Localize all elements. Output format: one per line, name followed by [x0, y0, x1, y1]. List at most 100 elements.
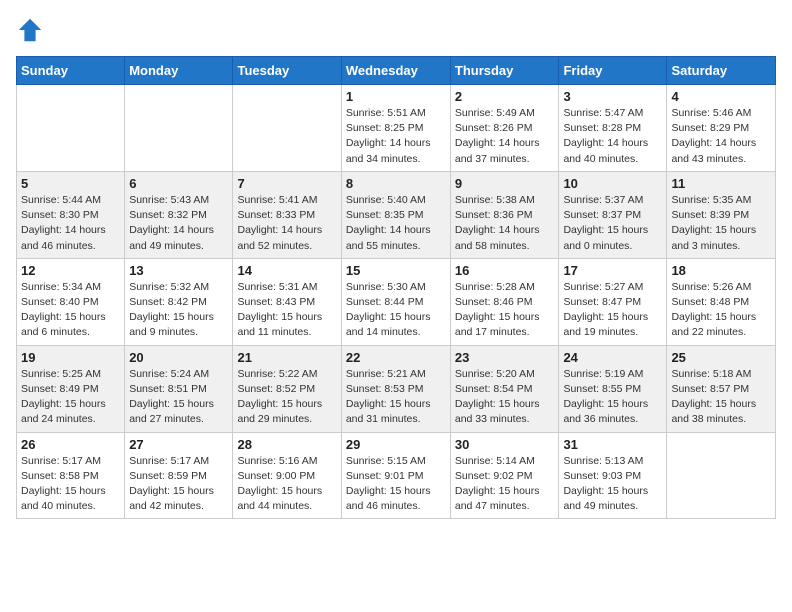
- column-header-tuesday: Tuesday: [233, 57, 341, 85]
- calendar-cell: 2 Sunrise: 5:49 AM Sunset: 8:26 PM Daylig…: [450, 85, 559, 172]
- calendar-cell: 27 Sunrise: 5:17 AM Sunset: 8:59 PM Dayli…: [125, 432, 233, 519]
- calendar-cell: [17, 85, 125, 172]
- calendar-cell: 22 Sunrise: 5:21 AM Sunset: 8:53 PM Dayli…: [341, 345, 450, 432]
- day-info: Sunrise: 5:37 AM Sunset: 8:37 PM Dayligh…: [563, 193, 662, 254]
- day-info: Sunrise: 5:27 AM Sunset: 8:47 PM Dayligh…: [563, 280, 662, 341]
- day-info: Sunrise: 5:15 AM Sunset: 9:01 PM Dayligh…: [346, 454, 446, 515]
- day-info: Sunrise: 5:34 AM Sunset: 8:40 PM Dayligh…: [21, 280, 120, 341]
- day-number: 14: [237, 263, 336, 278]
- day-info: Sunrise: 5:44 AM Sunset: 8:30 PM Dayligh…: [21, 193, 120, 254]
- calendar-cell: 10 Sunrise: 5:37 AM Sunset: 8:37 PM Dayli…: [559, 171, 667, 258]
- day-number: 30: [455, 437, 555, 452]
- day-info: Sunrise: 5:51 AM Sunset: 8:25 PM Dayligh…: [346, 106, 446, 167]
- calendar-cell: 9 Sunrise: 5:38 AM Sunset: 8:36 PM Daylig…: [450, 171, 559, 258]
- day-info: Sunrise: 5:46 AM Sunset: 8:29 PM Dayligh…: [671, 106, 771, 167]
- calendar-week-row: 1 Sunrise: 5:51 AM Sunset: 8:25 PM Daylig…: [17, 85, 776, 172]
- calendar-cell: 14 Sunrise: 5:31 AM Sunset: 8:43 PM Dayli…: [233, 258, 341, 345]
- logo-icon: [16, 16, 44, 44]
- calendar-cell: 20Sunrise: 5:24 AM Sunset: 8:51 PM Dayli…: [125, 345, 233, 432]
- day-info: Sunrise: 5:13 AM Sunset: 9:03 PM Dayligh…: [563, 454, 662, 515]
- day-info: Sunrise: 5:31 AM Sunset: 8:43 PM Dayligh…: [237, 280, 336, 341]
- day-info: Sunrise: 5:26 AM Sunset: 8:48 PM Dayligh…: [671, 280, 771, 341]
- calendar-cell: 28 Sunrise: 5:16 AM Sunset: 9:00 PM Dayli…: [233, 432, 341, 519]
- calendar-cell: 30 Sunrise: 5:14 AM Sunset: 9:02 PM Dayli…: [450, 432, 559, 519]
- day-number: 17: [563, 263, 662, 278]
- day-number: 8: [346, 176, 446, 191]
- calendar-header-row: SundayMondayTuesdayWednesdayThursdayFrid…: [17, 57, 776, 85]
- day-number: 23: [455, 350, 555, 365]
- day-number: 1: [346, 89, 446, 104]
- calendar-cell: 26 Sunrise: 5:17 AM Sunset: 8:58 PM Dayli…: [17, 432, 125, 519]
- calendar-cell: 4 Sunrise: 5:46 AM Sunset: 8:29 PM Daylig…: [667, 85, 776, 172]
- calendar-cell: 6 Sunrise: 5:43 AM Sunset: 8:32 PM Daylig…: [125, 171, 233, 258]
- day-info: Sunrise: 5:21 AM Sunset: 8:53 PM Dayligh…: [346, 367, 446, 428]
- calendar-cell: 12 Sunrise: 5:34 AM Sunset: 8:40 PM Dayli…: [17, 258, 125, 345]
- day-info: Sunrise: 5:17 AM Sunset: 8:59 PM Dayligh…: [129, 454, 228, 515]
- day-number: 13: [129, 263, 228, 278]
- day-info: Sunrise: 5:35 AM Sunset: 8:39 PM Dayligh…: [671, 193, 771, 254]
- column-header-friday: Friday: [559, 57, 667, 85]
- calendar-cell: 17 Sunrise: 5:27 AM Sunset: 8:47 PM Dayli…: [559, 258, 667, 345]
- day-info: Sunrise: 5:40 AM Sunset: 8:35 PM Dayligh…: [346, 193, 446, 254]
- day-info: Sunrise: 5:22 AM Sunset: 8:52 PM Dayligh…: [237, 367, 336, 428]
- day-number: 27: [129, 437, 228, 452]
- column-header-sunday: Sunday: [17, 57, 125, 85]
- calendar-week-row: 12 Sunrise: 5:34 AM Sunset: 8:40 PM Dayli…: [17, 258, 776, 345]
- day-info: Sunrise: 5:18 AM Sunset: 8:57 PM Dayligh…: [671, 367, 771, 428]
- day-info: Sunrise: 5:14 AM Sunset: 9:02 PM Dayligh…: [455, 454, 555, 515]
- calendar-cell: 29 Sunrise: 5:15 AM Sunset: 9:01 PM Dayli…: [341, 432, 450, 519]
- calendar-cell: [233, 85, 341, 172]
- calendar-cell: [125, 85, 233, 172]
- calendar-cell: 15Sunrise: 5:30 AM Sunset: 8:44 PM Dayli…: [341, 258, 450, 345]
- day-info: Sunrise: 5:49 AM Sunset: 8:26 PM Dayligh…: [455, 106, 555, 167]
- day-number: 5: [21, 176, 120, 191]
- calendar-cell: 13 Sunrise: 5:32 AM Sunset: 8:42 PM Dayli…: [125, 258, 233, 345]
- day-info: Sunrise: 5:19 AM Sunset: 8:55 PM Dayligh…: [563, 367, 662, 428]
- day-number: 9: [455, 176, 555, 191]
- calendar-cell: 18 Sunrise: 5:26 AM Sunset: 8:48 PM Dayli…: [667, 258, 776, 345]
- column-header-wednesday: Wednesday: [341, 57, 450, 85]
- calendar-cell: 3Sunrise: 5:47 AM Sunset: 8:28 PM Daylig…: [559, 85, 667, 172]
- day-number: 19: [21, 350, 120, 365]
- day-number: 24: [563, 350, 662, 365]
- day-info: Sunrise: 5:41 AM Sunset: 8:33 PM Dayligh…: [237, 193, 336, 254]
- day-info: Sunrise: 5:38 AM Sunset: 8:36 PM Dayligh…: [455, 193, 555, 254]
- day-info: Sunrise: 5:32 AM Sunset: 8:42 PM Dayligh…: [129, 280, 228, 341]
- day-info: Sunrise: 5:17 AM Sunset: 8:58 PM Dayligh…: [21, 454, 120, 515]
- calendar-cell: 11Sunrise: 5:35 AM Sunset: 8:39 PM Dayli…: [667, 171, 776, 258]
- day-info: Sunrise: 5:16 AM Sunset: 9:00 PM Dayligh…: [237, 454, 336, 515]
- day-number: 31: [563, 437, 662, 452]
- calendar-cell: [667, 432, 776, 519]
- day-number: 18: [671, 263, 771, 278]
- calendar-cell: 7Sunrise: 5:41 AM Sunset: 8:33 PM Daylig…: [233, 171, 341, 258]
- day-info: Sunrise: 5:30 AM Sunset: 8:44 PM Dayligh…: [346, 280, 446, 341]
- day-info: Sunrise: 5:43 AM Sunset: 8:32 PM Dayligh…: [129, 193, 228, 254]
- day-number: 25: [671, 350, 771, 365]
- day-info: Sunrise: 5:25 AM Sunset: 8:49 PM Dayligh…: [21, 367, 120, 428]
- calendar-cell: 24 Sunrise: 5:19 AM Sunset: 8:55 PM Dayli…: [559, 345, 667, 432]
- calendar-cell: 16 Sunrise: 5:28 AM Sunset: 8:46 PM Dayli…: [450, 258, 559, 345]
- day-number: 12: [21, 263, 120, 278]
- day-info: Sunrise: 5:28 AM Sunset: 8:46 PM Dayligh…: [455, 280, 555, 341]
- day-number: 22: [346, 350, 446, 365]
- calendar-cell: 23 Sunrise: 5:20 AM Sunset: 8:54 PM Dayli…: [450, 345, 559, 432]
- calendar-cell: 31 Sunrise: 5:13 AM Sunset: 9:03 PM Dayli…: [559, 432, 667, 519]
- calendar-week-row: 5 Sunrise: 5:44 AM Sunset: 8:30 PM Daylig…: [17, 171, 776, 258]
- day-number: 21: [237, 350, 336, 365]
- column-header-monday: Monday: [125, 57, 233, 85]
- calendar-table: SundayMondayTuesdayWednesdayThursdayFrid…: [16, 56, 776, 519]
- day-number: 29: [346, 437, 446, 452]
- day-number: 10: [563, 176, 662, 191]
- calendar-cell: 25 Sunrise: 5:18 AM Sunset: 8:57 PM Dayli…: [667, 345, 776, 432]
- day-number: 2: [455, 89, 555, 104]
- logo: [16, 16, 48, 44]
- day-number: 4: [671, 89, 771, 104]
- calendar-cell: 5 Sunrise: 5:44 AM Sunset: 8:30 PM Daylig…: [17, 171, 125, 258]
- day-number: 3: [563, 89, 662, 104]
- day-number: 28: [237, 437, 336, 452]
- page-header: [16, 16, 776, 44]
- day-number: 6: [129, 176, 228, 191]
- day-number: 16: [455, 263, 555, 278]
- day-number: 26: [21, 437, 120, 452]
- day-info: Sunrise: 5:20 AM Sunset: 8:54 PM Dayligh…: [455, 367, 555, 428]
